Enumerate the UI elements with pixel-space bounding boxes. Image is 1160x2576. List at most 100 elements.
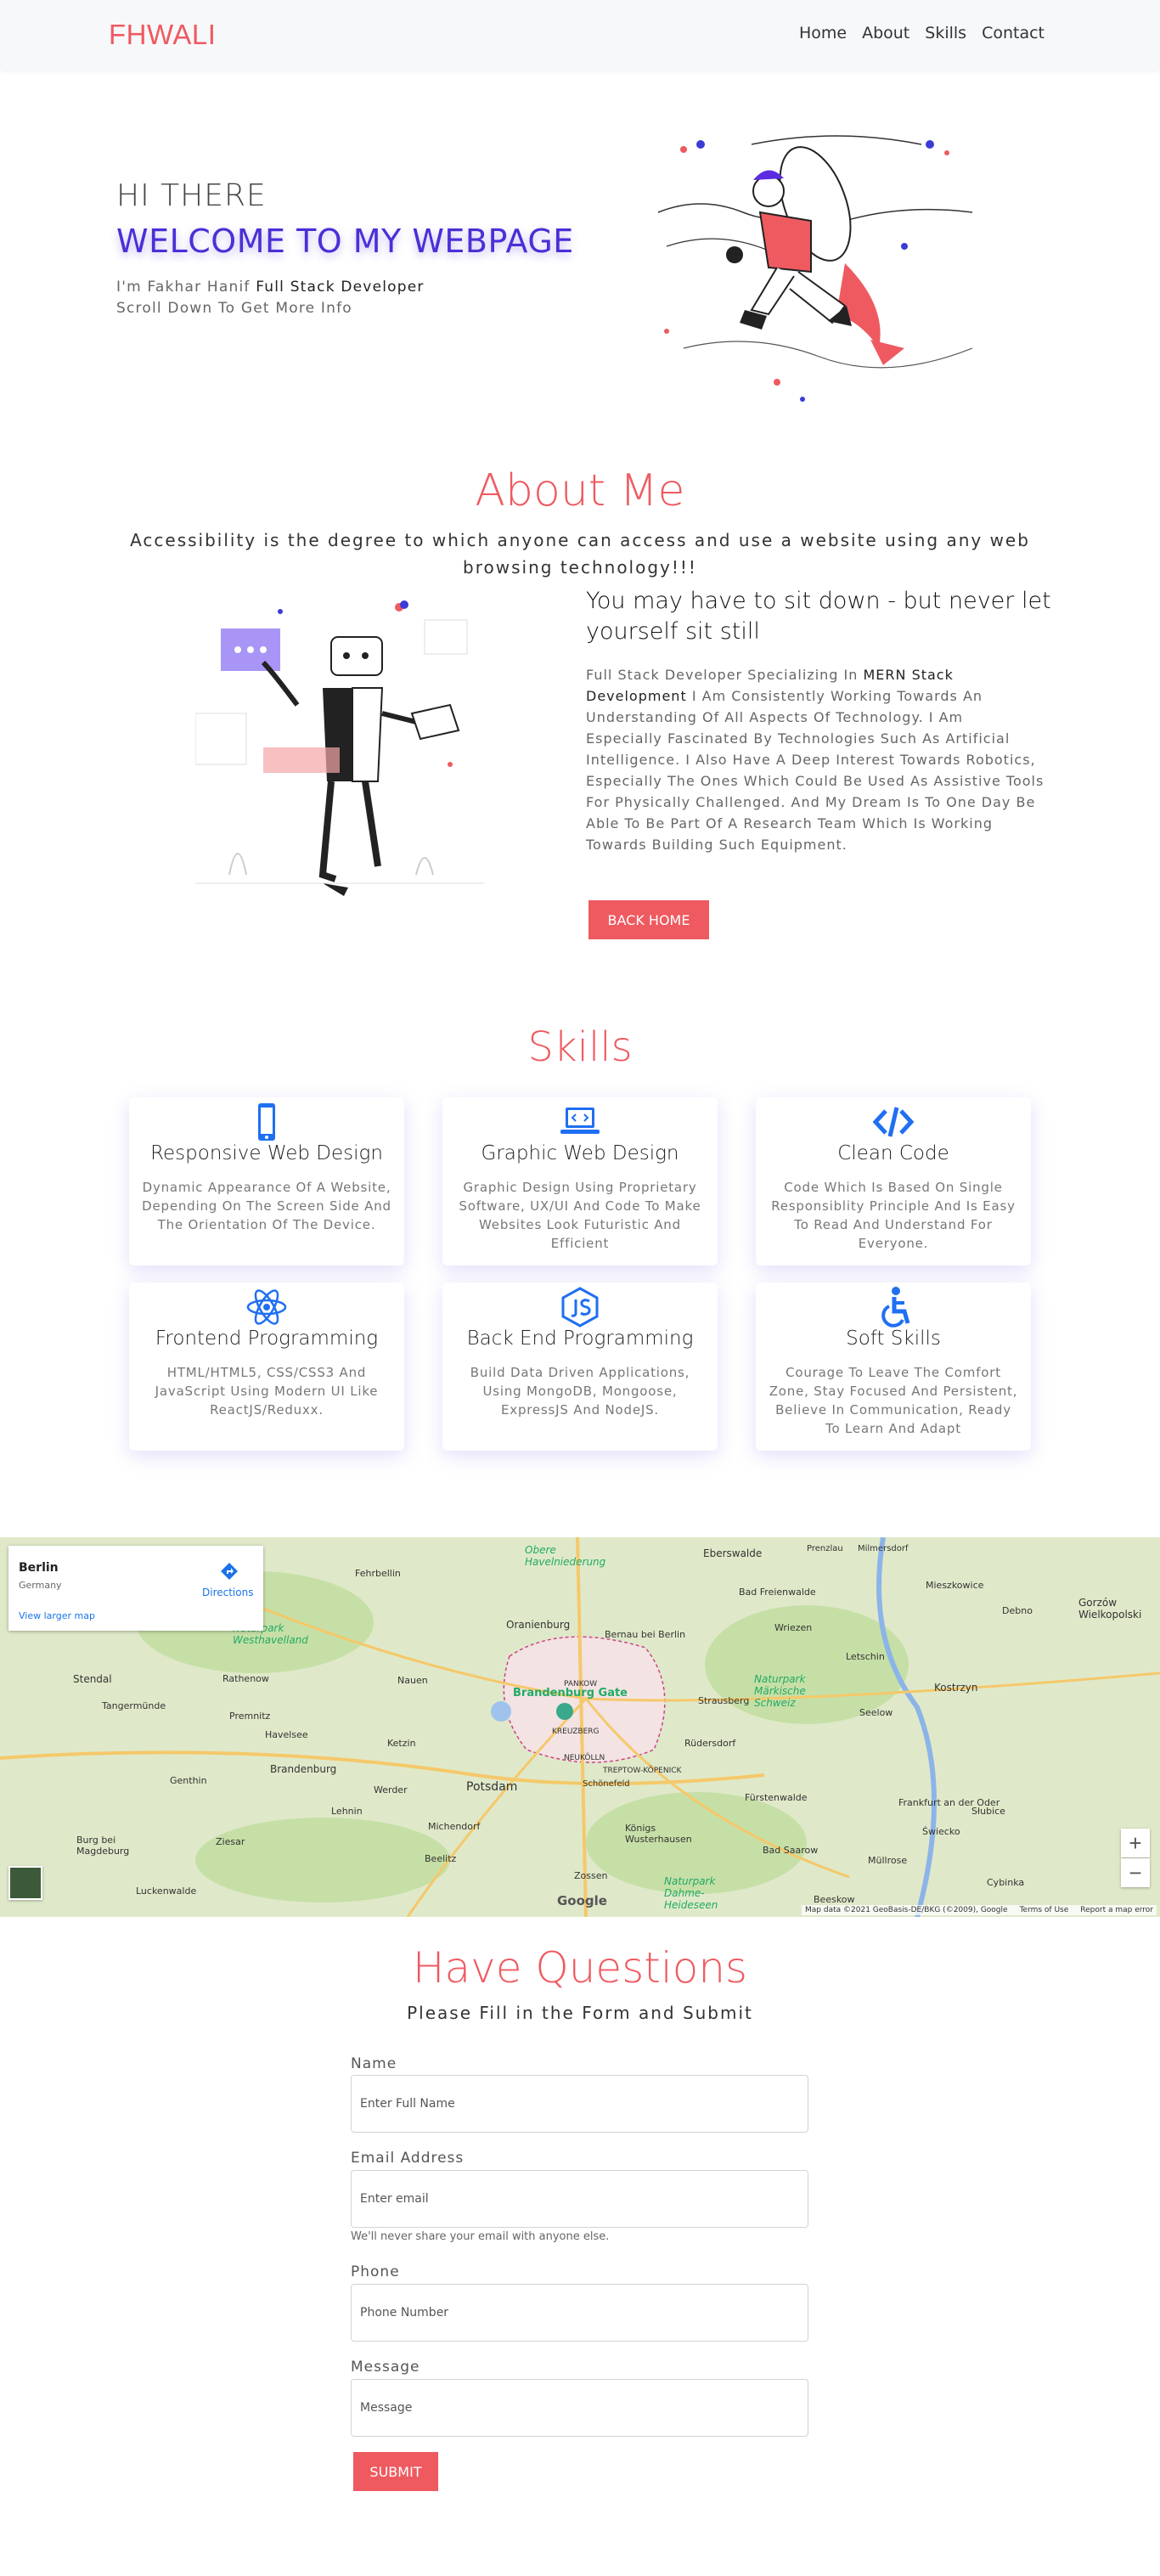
skill-title: Responsive Web Design bbox=[150, 1142, 383, 1164]
map-label-mullrose: Müllrose bbox=[868, 1855, 908, 1866]
map-label-mieszkowice: Mieszkowice bbox=[926, 1580, 984, 1591]
google-map[interactable]: Brandenburg Gate Oranienburg Eberswalde … bbox=[0, 1537, 1160, 1917]
map-attribution: Map data ©2021 GeoBasis-DE/BKG (©2009), … bbox=[805, 1906, 1008, 1914]
name-input[interactable] bbox=[351, 2075, 808, 2133]
map-label-luckenwalde: Luckenwalde bbox=[136, 1885, 197, 1897]
map-label-brandenburg: Brandenburg bbox=[270, 1763, 337, 1775]
rocket-boy-illustration bbox=[657, 135, 973, 402]
map-label-treptow: TREPTOW-KÖPENICK bbox=[603, 1767, 682, 1775]
hero-intro: I'm Fakhar Hanif Full Stack Developer bbox=[116, 279, 425, 296]
map-label-pankow: PANKOW bbox=[564, 1680, 598, 1688]
contact-subtitle: Please Fill in the Form and Submit bbox=[407, 2003, 753, 2023]
map-label-kostrzyn: Kostrzyn bbox=[934, 1682, 978, 1694]
laptop-code-icon bbox=[560, 1108, 600, 1134]
map-label-gorzow: Gorzów Wielkopolski bbox=[1078, 1597, 1142, 1621]
map-label-obere-havelniederung: Obere Havelniederung bbox=[525, 1544, 606, 1568]
message-input[interactable] bbox=[351, 2379, 808, 2437]
nodejs-icon bbox=[561, 1287, 599, 1327]
view-larger-map-link[interactable]: View larger map bbox=[19, 1610, 95, 1621]
phone-label: Phone bbox=[351, 2263, 400, 2280]
skill-title: Graphic Web Design bbox=[481, 1142, 679, 1164]
satellite-toggle[interactable] bbox=[8, 1866, 42, 1900]
map-label-wriezen: Wriezen bbox=[774, 1622, 813, 1633]
skill-card: Soft Skills Courage To Leave The Comfort… bbox=[756, 1282, 1031, 1451]
map-label-tangermunde: Tangermünde bbox=[102, 1700, 166, 1711]
map-label-beeskow: Beeskow bbox=[814, 1894, 855, 1905]
about-body: Full Stack Developer Specializing In MER… bbox=[586, 664, 1045, 855]
skill-desc: Code Which Is Based On Single Responsibl… bbox=[771, 1180, 1016, 1251]
skill-card: Graphic Web Design Graphic Design Using … bbox=[442, 1097, 718, 1265]
nav-links: Home About Skills Contact bbox=[799, 24, 1045, 42]
zoom-in-button[interactable]: + bbox=[1121, 1829, 1150, 1857]
about-subtitle: Accessibility is the degree to which any… bbox=[130, 530, 1030, 578]
directions-icon[interactable] bbox=[219, 1561, 239, 1581]
map-label-fehrbellin: Fehrbellin bbox=[355, 1568, 401, 1579]
map-label-beelitz: Beelitz bbox=[425, 1853, 457, 1864]
map-label-letschin: Letschin bbox=[846, 1651, 885, 1662]
about-quote: You may have to sit down - but never let… bbox=[586, 588, 1051, 645]
skill-desc: Graphic Design Using Proprietary Softwar… bbox=[459, 1180, 701, 1251]
react-icon bbox=[246, 1289, 287, 1325]
submit-button[interactable]: SUBMIT bbox=[353, 2452, 438, 2491]
nav-link-skills[interactable]: Skills bbox=[925, 24, 966, 42]
map-label-nauen: Nauen bbox=[397, 1675, 428, 1686]
nav-link-about[interactable]: About bbox=[862, 24, 909, 42]
map-report-link[interactable]: Report a map error bbox=[1080, 1906, 1153, 1914]
map-label-burg: Burg bei Magdeburg bbox=[76, 1835, 130, 1857]
zoom-out-button[interactable]: − bbox=[1121, 1858, 1150, 1887]
brand-logo[interactable]: FHWALI bbox=[109, 19, 216, 51]
hero-intro-prefix: I'm Fakhar Hanif bbox=[116, 279, 251, 296]
map-label-bad-freienwalde: Bad Freienwalde bbox=[739, 1587, 816, 1598]
about-title: About Me bbox=[475, 465, 685, 516]
map-label-kreuzberg: KREUZBERG bbox=[552, 1728, 600, 1736]
skill-desc: Build Data Driven Applications, Using Mo… bbox=[470, 1365, 690, 1418]
map-label-bad-saarow: Bad Saarow bbox=[763, 1845, 819, 1856]
code-icon bbox=[872, 1107, 915, 1137]
message-label: Message bbox=[351, 2359, 420, 2376]
skill-card: Back End Programming Build Data Driven A… bbox=[442, 1282, 718, 1451]
email-input[interactable] bbox=[351, 2170, 808, 2228]
directions-link[interactable]: Directions bbox=[202, 1587, 253, 1598]
map-label-havelsee: Havelsee bbox=[265, 1729, 308, 1740]
map-label-dahme-heideseen: Naturpark Dahme-Heideseen bbox=[664, 1875, 718, 1911]
map-label-ketzin: Ketzin bbox=[387, 1738, 416, 1749]
skill-card: Frontend Programming HTML/HTML5, CSS/CSS… bbox=[129, 1282, 404, 1451]
mobile-icon bbox=[258, 1103, 275, 1141]
skill-title: Frontend Programming bbox=[155, 1327, 379, 1350]
hero-scroll-hint: Scroll Down To Get More Info bbox=[116, 300, 352, 317]
back-home-button[interactable]: BACK HOME bbox=[588, 900, 709, 939]
map-label-prenzlau: Prenzlau bbox=[807, 1544, 843, 1553]
map-label-werder: Werder bbox=[374, 1784, 408, 1795]
map-label-debno: Debno bbox=[1002, 1605, 1033, 1616]
map-label-milmersdorf: Milmersdorf bbox=[858, 1544, 909, 1553]
map-label-brandenburg-gate: Brandenburg Gate bbox=[513, 1687, 628, 1699]
map-label-seelow: Seelow bbox=[859, 1707, 893, 1718]
map-country: Germany bbox=[19, 1580, 62, 1591]
skill-title: Soft Skills bbox=[846, 1327, 941, 1350]
map-label-stendal: Stendal bbox=[73, 1673, 112, 1685]
skill-title: Back End Programming bbox=[466, 1327, 694, 1350]
map-city: Berlin bbox=[19, 1561, 59, 1575]
google-logo: Google bbox=[557, 1893, 607, 1908]
map-label-neukolln: NEUKÖLLN bbox=[564, 1754, 605, 1762]
skill-card: Responsive Web Design Dynamic Appearance… bbox=[129, 1097, 404, 1265]
map-label-swiecko: Świecko bbox=[922, 1826, 960, 1837]
map-label-potsdam: Potsdam bbox=[466, 1780, 518, 1794]
phone-input[interactable] bbox=[351, 2284, 808, 2342]
map-label-zossen: Zossen bbox=[574, 1870, 608, 1881]
map-info-card: Berlin Germany Directions View larger ma… bbox=[8, 1546, 263, 1631]
name-label: Name bbox=[351, 2055, 397, 2072]
map-label-eberswalde: Eberswalde bbox=[703, 1547, 763, 1559]
navbar: FHWALI Home About Skills Contact bbox=[0, 0, 1160, 70]
map-terms-link[interactable]: Terms of Use bbox=[1020, 1906, 1069, 1914]
map-label-michendorf: Michendorf bbox=[428, 1821, 481, 1832]
map-label-schonefeld: Schönefeld bbox=[583, 1779, 630, 1789]
map-label-rudersdorf: Rüdersdorf bbox=[684, 1738, 736, 1749]
nav-link-contact[interactable]: Contact bbox=[982, 24, 1045, 42]
nav-link-home[interactable]: Home bbox=[799, 24, 847, 42]
hero-welcome: WELCOME TO MY WEBPAGE bbox=[116, 223, 574, 260]
email-help-text: We'll never share your email with anyone… bbox=[351, 2230, 610, 2243]
map-footer: Map data ©2021 GeoBasis-DE/BKG (©2009), … bbox=[802, 1905, 1157, 1915]
skill-card: Clean Code Code Which Is Based On Single… bbox=[756, 1097, 1031, 1265]
map-label-markische-schweiz: Naturpark Märkische Schweiz bbox=[754, 1673, 806, 1709]
